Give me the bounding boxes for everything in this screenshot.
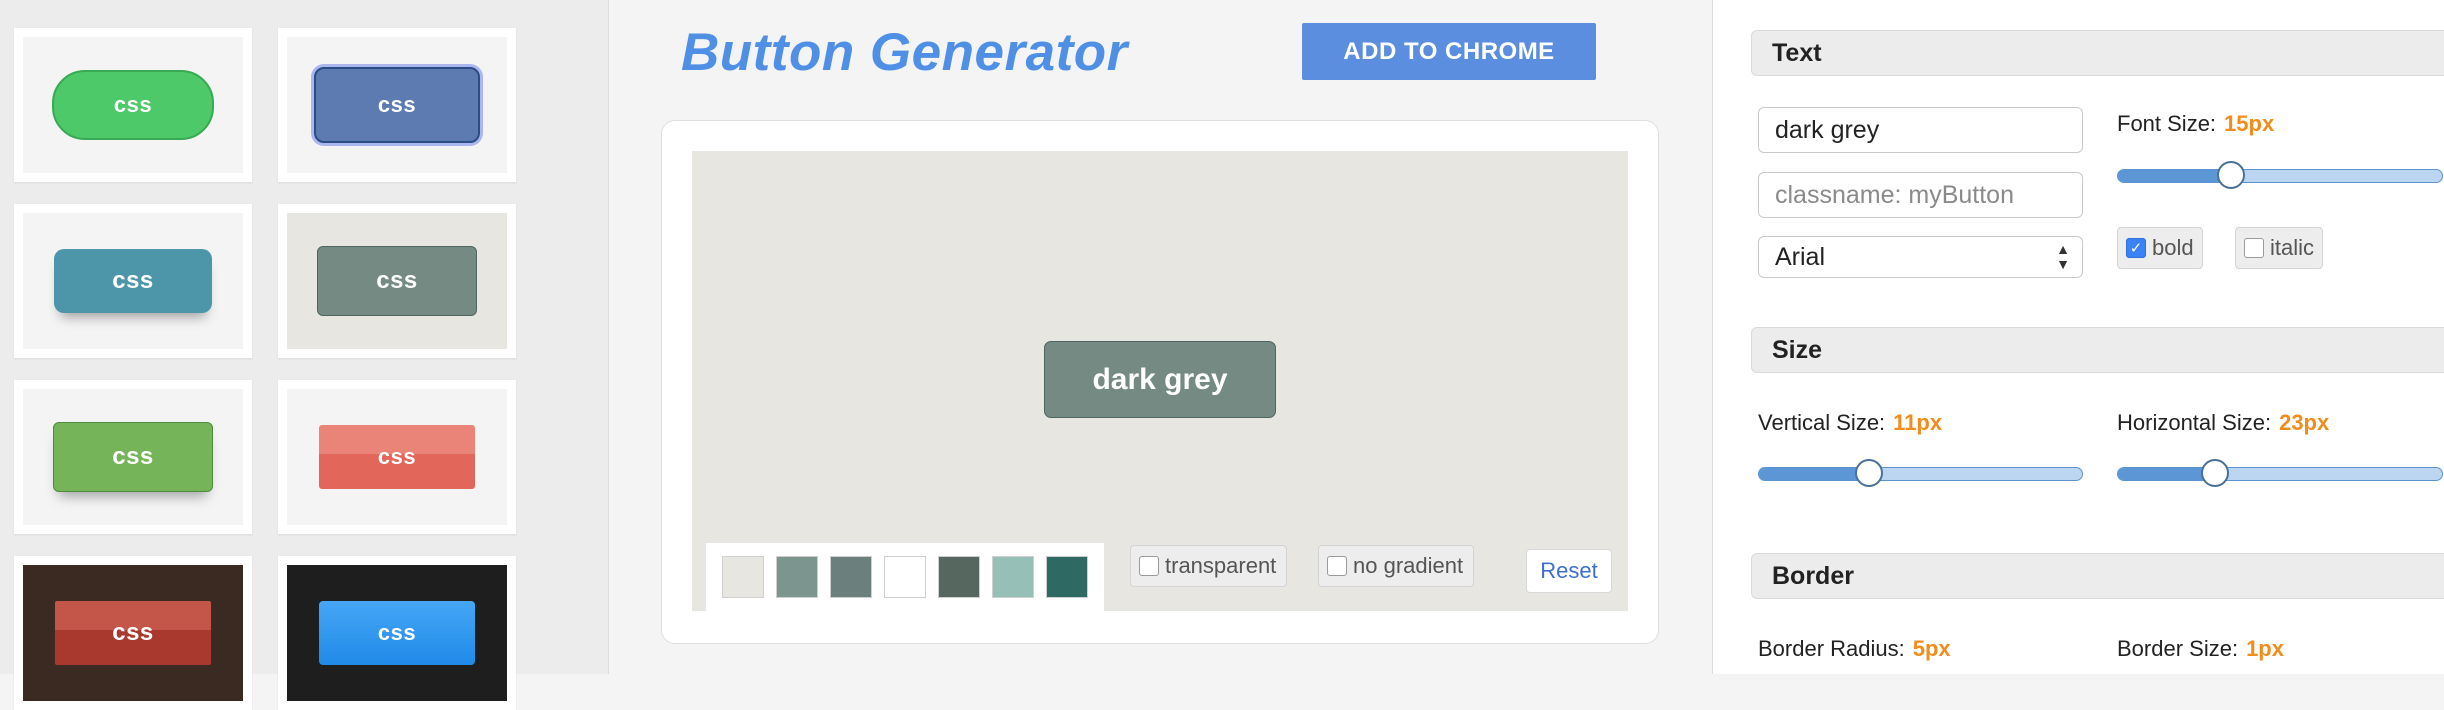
preview-card: dark grey transparent no gradient Reset: [661, 120, 1659, 644]
italic-label: italic: [2270, 235, 2315, 260]
font-family-value: Arial: [1775, 242, 1826, 271]
vertical-size-label: Vertical Size: 11px: [1758, 410, 1942, 436]
slate-blue-sample-button: css: [314, 67, 480, 143]
slider-track: [2117, 467, 2443, 481]
teal-sample-button: css: [54, 249, 212, 313]
classname-input[interactable]: [1758, 172, 2083, 218]
border-size-value: 1px: [2246, 636, 2284, 661]
swatch-light-beige[interactable]: [722, 556, 764, 598]
vertical-size-label-text: Vertical Size:: [1758, 410, 1886, 435]
vertical-size-value: 11px: [1893, 410, 1943, 435]
horizontal-size-slider[interactable]: [2117, 459, 2443, 487]
font-family-select[interactable]: Arial ▲ ▼: [1758, 236, 2083, 278]
swatch-slate-grey[interactable]: [830, 556, 872, 598]
slider-thumb[interactable]: [2200, 459, 2229, 487]
vertical-size-slider[interactable]: [1758, 459, 2083, 487]
add-to-chrome-button[interactable]: ADD TO CHROME: [1302, 23, 1596, 80]
slider-thumb[interactable]: [1854, 459, 1883, 487]
border-radius-value: 5px: [1912, 636, 1951, 661]
preview-button[interactable]: dark grey: [1044, 341, 1276, 418]
gallery-tile-dark-grey[interactable]: css: [278, 204, 516, 358]
gallery-tile-dark-red[interactable]: css: [14, 556, 252, 710]
italic-checkbox[interactable]: [2244, 238, 2264, 258]
italic-toggle[interactable]: italic: [2235, 227, 2324, 269]
font-size-slider[interactable]: [2117, 161, 2443, 189]
transparent-option[interactable]: transparent: [1130, 545, 1288, 587]
gallery-tile-coral[interactable]: css: [278, 380, 516, 534]
slider-track: [2117, 169, 2443, 183]
border-radius-label: Border Radius: 5px: [1758, 636, 1951, 662]
select-arrows-icon: ▲ ▼: [2056, 241, 2070, 272]
gallery-tile-slate-blue[interactable]: css: [278, 28, 516, 182]
no-gradient-label: no gradient: [1353, 553, 1464, 578]
text-section-header: Text: [1751, 30, 2444, 76]
generator-area: Button Generator ADD TO CHROME dark grey…: [609, 0, 1711, 674]
swatch-dark-green-grey[interactable]: [938, 556, 980, 598]
slider-fill: [1759, 468, 1869, 480]
swatch-sage[interactable]: [776, 556, 818, 598]
lime-sample-button: css: [53, 422, 213, 492]
preview-area: dark grey transparent no gradient Reset: [692, 151, 1628, 611]
bold-label: bold: [2152, 235, 2194, 260]
horizontal-size-value: 23px: [2279, 410, 2330, 435]
transparent-label: transparent: [1165, 553, 1277, 578]
swatch-mint[interactable]: [992, 556, 1034, 598]
font-size-value: 15px: [2224, 111, 2275, 136]
dark-grey-sample-button: css: [317, 246, 477, 316]
border-radius-label-text: Border Radius:: [1758, 636, 1905, 661]
no-gradient-checkbox[interactable]: [1327, 556, 1347, 576]
font-size-label-text: Font Size:: [2117, 111, 2217, 136]
border-section-header: Border: [1751, 553, 2444, 599]
gallery-tile-lime[interactable]: css: [14, 380, 252, 534]
style-gallery: css css css css css css css css: [0, 0, 609, 710]
gallery-tile-sky-blue[interactable]: css: [278, 556, 516, 710]
sky-blue-sample-button: css: [319, 601, 475, 665]
slider-fill: [2118, 170, 2232, 182]
green-pill-sample-button: css: [52, 70, 214, 140]
dark-red-sample-button: css: [55, 601, 211, 665]
border-size-label: Border Size: 1px: [2117, 636, 2284, 662]
gallery-tile-teal[interactable]: css: [14, 204, 252, 358]
button-text-input[interactable]: [1758, 107, 2083, 153]
no-gradient-option[interactable]: no gradient: [1318, 545, 1475, 587]
transparent-checkbox[interactable]: [1139, 556, 1159, 576]
slider-thumb[interactable]: [2217, 161, 2246, 189]
bold-toggle[interactable]: ✓ bold: [2117, 227, 2203, 269]
horizontal-size-label: Horizontal Size: 23px: [2117, 410, 2329, 436]
swatch-teal[interactable]: [1046, 556, 1088, 598]
settings-panel: Text Arial ▲▼ Font Size: 15px ✓ bold ital…: [1712, 0, 2444, 674]
coral-sample-button: css: [319, 425, 475, 489]
gallery-tile-green[interactable]: css: [14, 28, 252, 182]
slider-track: [1758, 467, 2083, 481]
page-title: Button Generator: [681, 23, 1128, 82]
swatch-white[interactable]: [884, 556, 926, 598]
background-swatches: [706, 543, 1104, 611]
bold-checkbox[interactable]: ✓: [2126, 238, 2146, 258]
border-size-label-text: Border Size:: [2117, 636, 2239, 661]
size-section-header: Size: [1751, 327, 2444, 373]
reset-button[interactable]: Reset: [1526, 549, 1612, 593]
horizontal-size-label-text: Horizontal Size:: [2117, 410, 2272, 435]
font-size-label: Font Size: 15px: [2117, 111, 2274, 137]
